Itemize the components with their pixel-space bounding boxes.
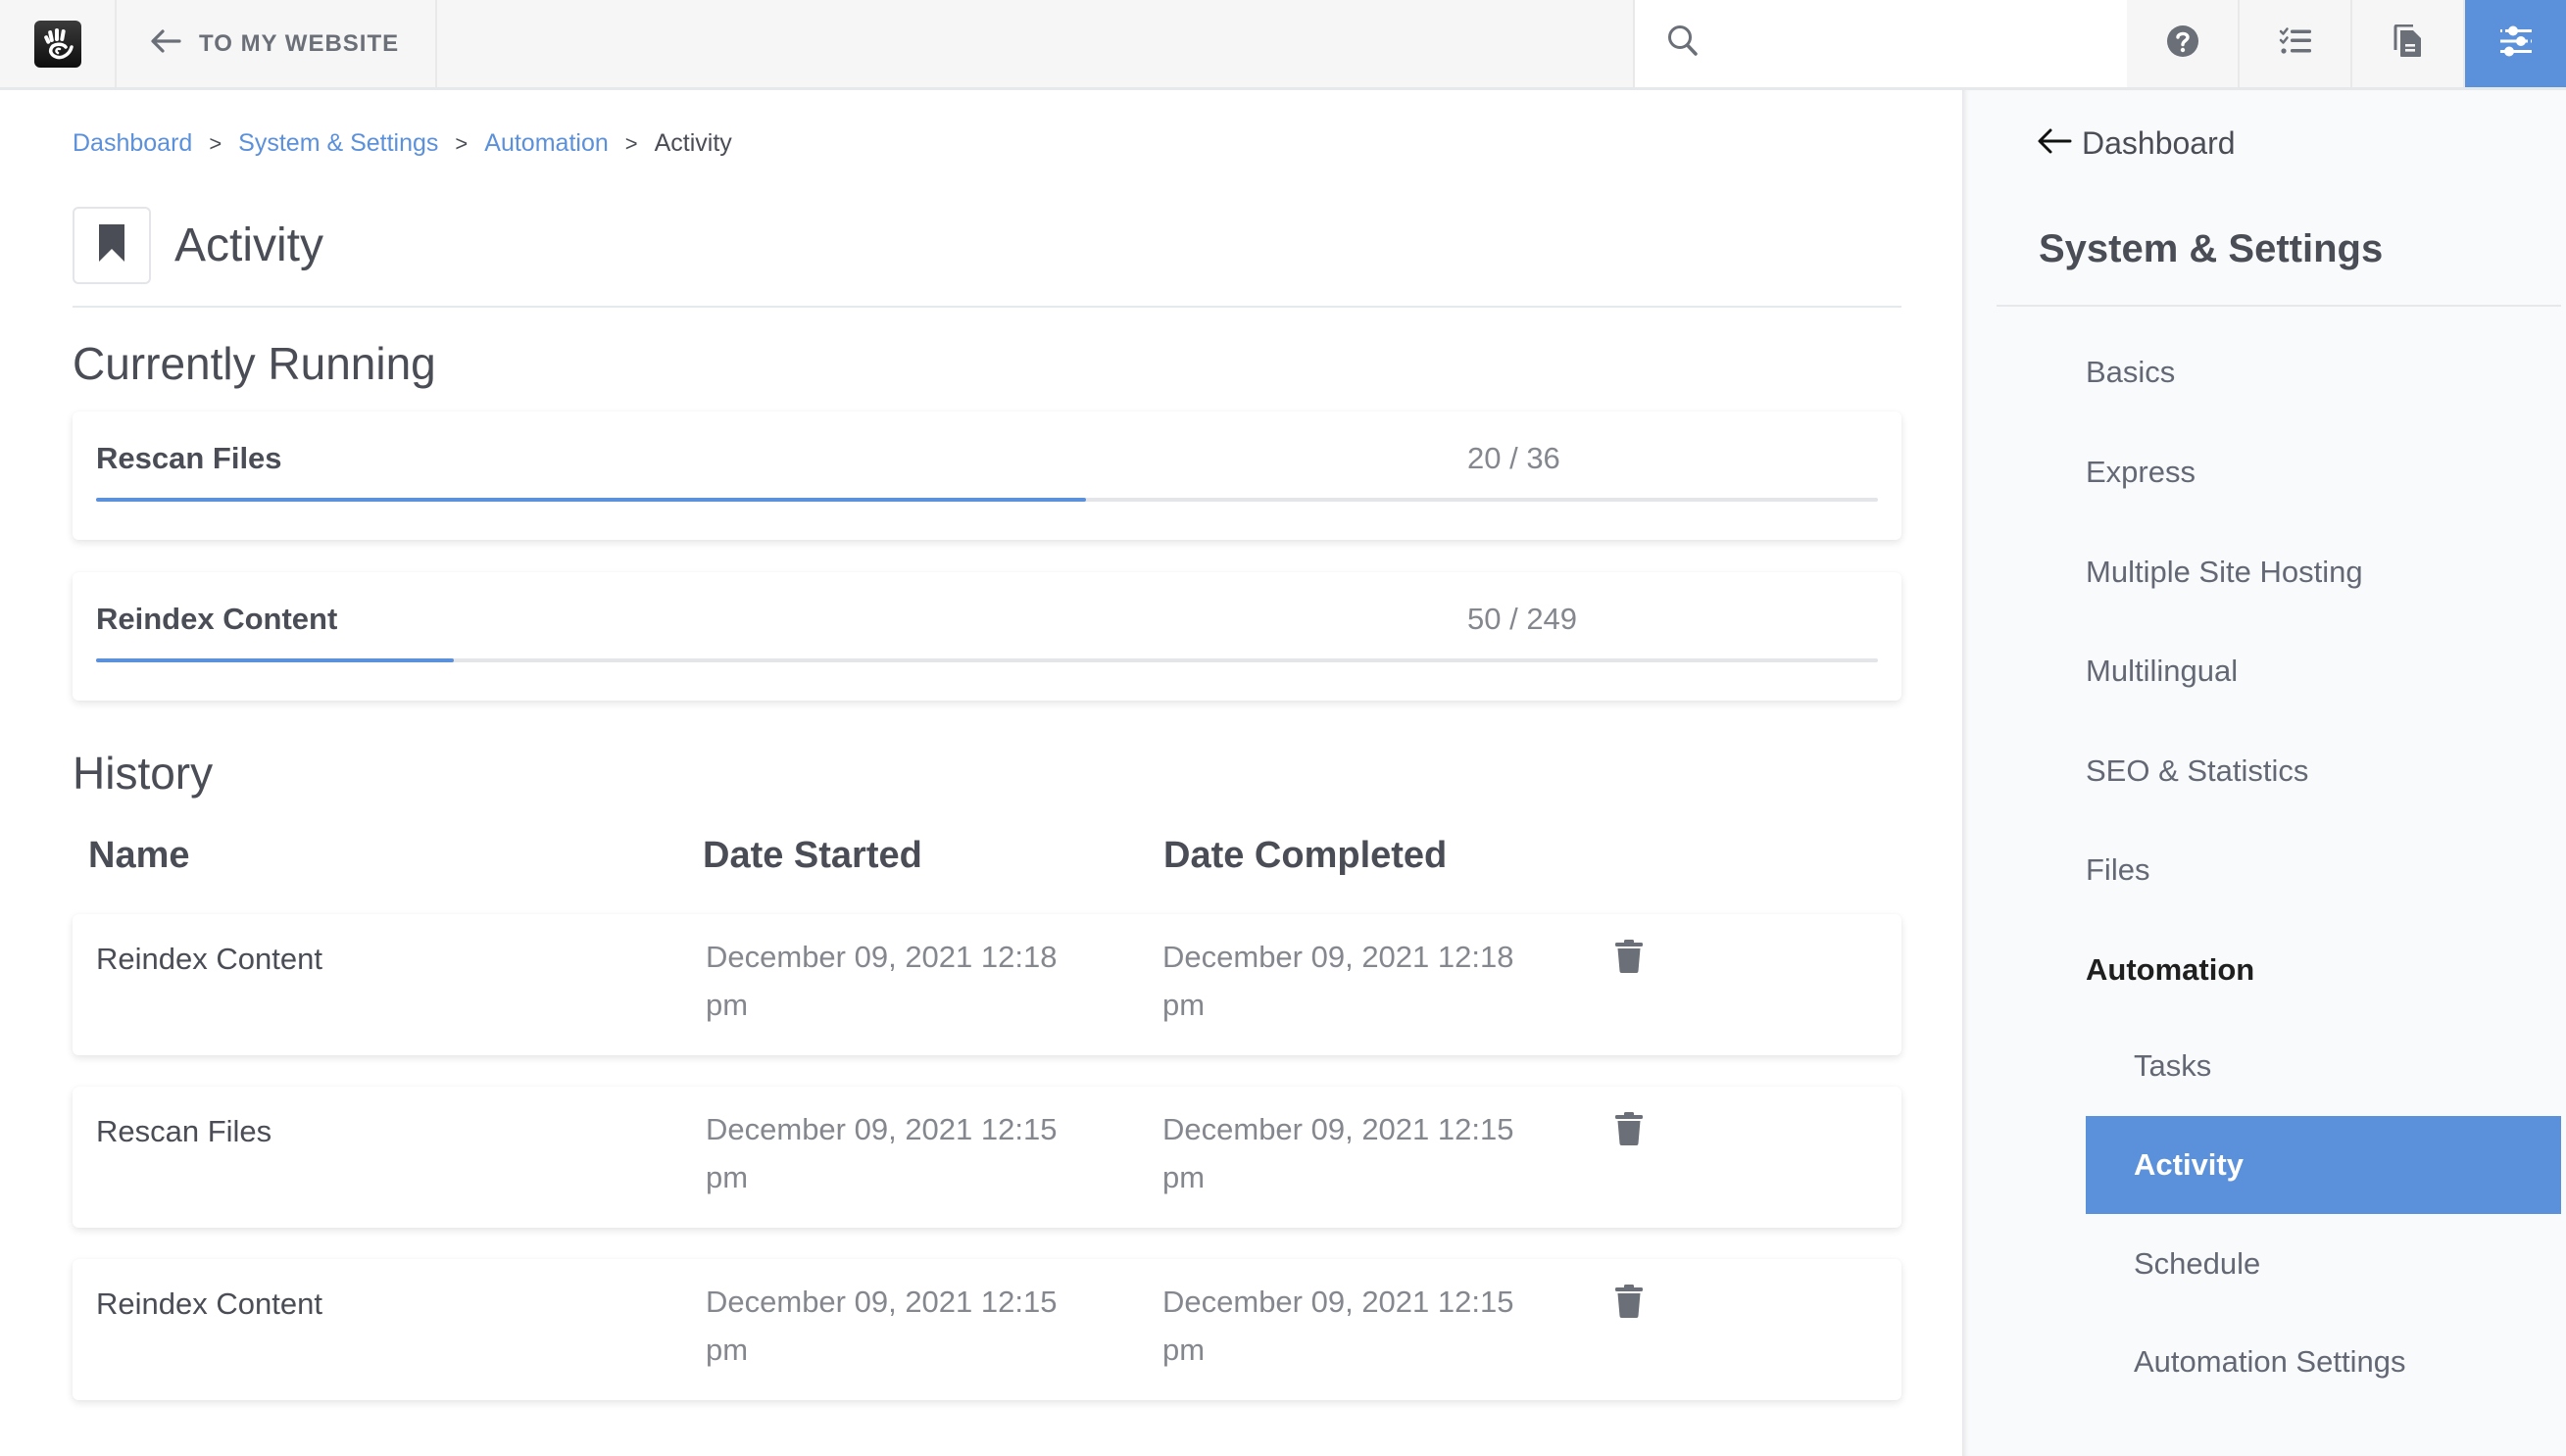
- breadcrumb-automation[interactable]: Automation: [484, 129, 608, 158]
- settings-button[interactable]: [2465, 0, 2566, 87]
- sidebar-item-seo-statistics[interactable]: SEO & Statistics: [2086, 722, 2308, 820]
- breadcrumb-separator: >: [209, 130, 222, 156]
- currently-running-heading: Currently Running: [73, 338, 436, 389]
- arrow-left-icon: [2037, 127, 2072, 160]
- arrow-left-icon: [150, 28, 181, 59]
- history-date-started: December 09, 2021 12:15 pm: [706, 1285, 1058, 1367]
- history-date-started: December 09, 2021 12:15 pm: [706, 1112, 1058, 1194]
- history-row: Reindex Content December 09, 2021 12:15 …: [73, 1259, 1901, 1400]
- column-header-date-completed: Date Completed: [1163, 835, 1448, 876]
- history-date-completed: December 09, 2021 12:15 pm: [1162, 1112, 1514, 1194]
- running-task-name: Reindex Content: [96, 602, 338, 636]
- concrete-logo-icon[interactable]: [33, 20, 81, 68]
- search-icon: [1666, 24, 1700, 64]
- running-task-card: Reindex Content 50 / 249: [73, 572, 1901, 701]
- history-date-started: December 09, 2021 12:18 pm: [706, 940, 1058, 1022]
- sidebar-back-to-dashboard[interactable]: Dashboard: [2037, 125, 2236, 162]
- search-box[interactable]: [1635, 0, 2127, 87]
- history-date-completed: December 09, 2021 12:15 pm: [1162, 1285, 1514, 1367]
- column-header-date-started: Date Started: [703, 835, 922, 876]
- history-row: Rescan Files December 09, 2021 12:15 pm …: [73, 1087, 1901, 1228]
- trash-icon: [1614, 1285, 1644, 1322]
- sidebar-back-label: Dashboard: [2082, 125, 2236, 161]
- bookmark-icon: [99, 224, 124, 267]
- running-task-count: 20 / 36: [1467, 441, 1560, 475]
- pages-button[interactable]: [2352, 0, 2465, 87]
- help-button[interactable]: [2127, 0, 2240, 87]
- running-task-name: Rescan Files: [96, 441, 282, 475]
- sidebar-item-basics[interactable]: Basics: [2086, 323, 2175, 421]
- breadcrumb-separator: >: [455, 130, 469, 156]
- logo-cell[interactable]: [0, 0, 117, 87]
- delete-button[interactable]: [1614, 1285, 1644, 1323]
- delete-button[interactable]: [1614, 940, 1644, 978]
- search-input[interactable]: [1715, 14, 2127, 73]
- question-circle-icon: [2166, 24, 2199, 63]
- top-toolbar: TO MY WEBSITE: [0, 0, 2566, 90]
- history-row: Reindex Content December 09, 2021 12:18 …: [73, 914, 1901, 1055]
- page-title: Activity: [174, 219, 324, 271]
- progress-bar: [96, 498, 1878, 502]
- breadcrumb: Dashboard > System & Settings > Automati…: [73, 129, 732, 158]
- breadcrumb-current: Activity: [654, 129, 732, 157]
- toolbar-spacer: [437, 0, 1635, 87]
- column-header-name: Name: [88, 835, 190, 876]
- to-my-website-button[interactable]: TO MY WEBSITE: [117, 0, 437, 87]
- copy-document-icon: [2393, 24, 2423, 63]
- running-task-count: 50 / 249: [1467, 602, 1578, 636]
- sidebar-item-files[interactable]: Files: [2086, 821, 2149, 919]
- title-divider: [73, 306, 1901, 308]
- sidebar-divider: [1997, 305, 2561, 307]
- history-task-name: Reindex Content: [96, 1286, 322, 1321]
- main-content: Dashboard > System & Settings > Automati…: [0, 90, 1962, 1456]
- trash-icon: [1614, 940, 1644, 977]
- sidebar-item-automation[interactable]: Automation: [2086, 921, 2254, 1019]
- progress-bar: [96, 658, 1878, 662]
- bookmark-button[interactable]: [73, 207, 151, 284]
- breadcrumb-separator: >: [624, 130, 638, 156]
- delete-button[interactable]: [1614, 1112, 1644, 1150]
- history-task-name: Rescan Files: [96, 1114, 272, 1148]
- sidebar-item-multilingual[interactable]: Multilingual: [2086, 622, 2238, 720]
- settings-sidebar: Dashboard System & Settings Basics Expre…: [1962, 90, 2566, 1456]
- sliders-icon: [2499, 25, 2533, 62]
- to-my-website-label: TO MY WEBSITE: [199, 29, 400, 57]
- running-task-card: Rescan Files 20 / 36: [73, 412, 1901, 540]
- sidebar-item-tasks[interactable]: Tasks: [2086, 1017, 2561, 1115]
- sidebar-item-schedule[interactable]: Schedule: [2086, 1215, 2561, 1313]
- history-heading: History: [73, 748, 214, 799]
- breadcrumb-system-settings[interactable]: System & Settings: [238, 129, 438, 158]
- history-date-completed: December 09, 2021 12:18 pm: [1162, 940, 1514, 1022]
- sidebar-title: System & Settings: [2039, 227, 2384, 270]
- history-task-name: Reindex Content: [96, 942, 322, 976]
- progress-fill: [96, 498, 1086, 502]
- trash-icon: [1614, 1112, 1644, 1149]
- sidebar-item-automation-settings[interactable]: Automation Settings: [2086, 1313, 2561, 1411]
- sidebar-item-activity[interactable]: Activity: [2086, 1116, 2561, 1214]
- page-header: Activity: [73, 207, 323, 284]
- progress-fill: [96, 658, 455, 662]
- breadcrumb-dashboard[interactable]: Dashboard: [73, 129, 192, 158]
- tasks-button[interactable]: [2240, 0, 2352, 87]
- sidebar-item-express[interactable]: Express: [2086, 423, 2196, 521]
- checklist-icon: [2279, 26, 2312, 61]
- sidebar-item-multiple-site-hosting[interactable]: Multiple Site Hosting: [2086, 523, 2363, 621]
